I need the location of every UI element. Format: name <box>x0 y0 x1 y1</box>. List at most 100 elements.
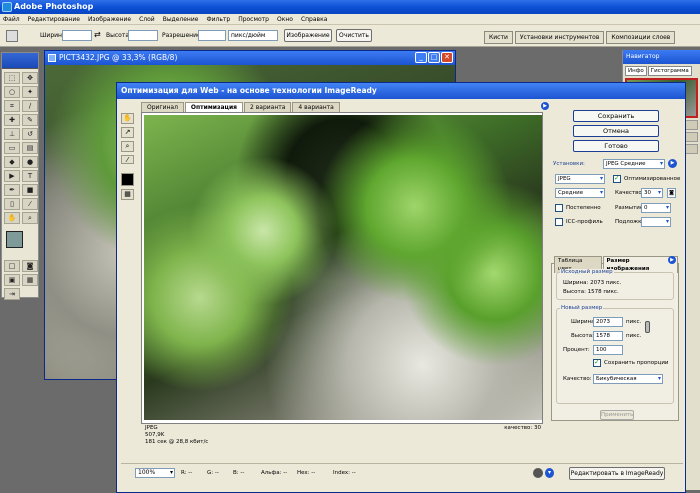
tab-info[interactable]: Инфо <box>625 66 647 76</box>
jump-to-imageready-icon[interactable]: ⇥ <box>4 288 20 300</box>
progressive-label: Постепенно <box>566 205 601 211</box>
palette-tab-brushes[interactable]: Кисти <box>484 31 513 44</box>
maximize-button[interactable]: □ <box>428 52 440 63</box>
notes-tool-icon[interactable]: ▯ <box>4 198 20 210</box>
menu-image[interactable]: Изображение <box>88 14 131 24</box>
quality-level-select[interactable]: Средние <box>555 188 605 198</box>
tab-optimized[interactable]: Оптимизация <box>184 102 243 112</box>
resolution-label: Разрешение: <box>162 32 203 39</box>
width-input[interactable] <box>62 30 92 41</box>
original-size-group: Исходный размер Ширина: 2073 пикс. Высот… <box>556 269 674 300</box>
settings-menu-icon[interactable]: ▶ <box>668 159 677 168</box>
matte-select[interactable] <box>641 217 671 227</box>
done-button[interactable]: Готово <box>573 140 659 152</box>
healing-tool-icon[interactable]: ✚ <box>4 114 20 126</box>
format-select[interactable]: JPEG <box>555 174 605 184</box>
eyedropper-tool-icon[interactable]: ⁄ <box>121 155 134 164</box>
lasso-tool-icon[interactable]: ○ <box>4 86 20 98</box>
new-height-input[interactable]: 1578 <box>593 331 623 341</box>
tab-4-up[interactable]: 4 варианта <box>292 102 340 112</box>
original-size-title: Исходный размер <box>560 269 614 275</box>
preview-menu-icon[interactable]: ▶ <box>541 102 549 110</box>
browser-select-icon[interactable]: ▾ <box>545 468 554 478</box>
crop-tool-icon[interactable]: ⌗ <box>4 100 20 112</box>
palette-tab-layer-comps[interactable]: Композиции слоев <box>606 31 676 44</box>
quick-mask-icon[interactable]: ◙ <box>22 260 38 272</box>
constrain-proportions-checkbox[interactable] <box>593 358 601 367</box>
blur-input[interactable]: 0 <box>641 203 671 213</box>
minimize-button[interactable]: _ <box>415 52 427 63</box>
clear-button[interactable]: Очистить <box>336 29 372 42</box>
menu-bar: Файл Редактирование Изображение Слой Выд… <box>0 14 700 25</box>
optimized-preview-image[interactable] <box>144 115 542 420</box>
path-selection-tool-icon[interactable]: ▶ <box>4 170 20 182</box>
zoom-tool-icon[interactable]: ⌕ <box>22 212 38 224</box>
app-title: Adobe Photoshop <box>14 2 94 11</box>
menu-help[interactable]: Справка <box>301 14 327 24</box>
preset-select[interactable]: JPEG Средние <box>603 159 665 169</box>
menu-filter[interactable]: Фильтр <box>206 14 230 24</box>
color-swatches[interactable] <box>2 227 38 257</box>
menu-layer[interactable]: Слой <box>139 14 155 24</box>
tab-image-size[interactable]: Размер изображения <box>602 256 678 273</box>
pen-tool-icon[interactable]: ✒ <box>4 184 20 196</box>
blur-tool-icon[interactable]: ◆ <box>4 156 20 168</box>
save-button[interactable]: Сохранить <box>573 110 659 122</box>
units-select[interactable]: пикс/дюйм <box>228 30 278 41</box>
hand-tool-icon[interactable]: ✋ <box>121 113 134 124</box>
stamp-tool-icon[interactable]: ⊥ <box>4 128 20 140</box>
menu-window[interactable]: Окно <box>277 14 293 24</box>
image-button[interactable]: Изображение <box>284 29 332 42</box>
tab-histogram[interactable]: Гистограмма <box>647 66 692 76</box>
standard-mode-icon[interactable]: □ <box>4 260 20 272</box>
tab-2-up[interactable]: 2 варианта <box>244 102 292 112</box>
menu-select[interactable]: Выделение <box>163 14 199 24</box>
shape-tool-icon[interactable]: ■ <box>22 184 38 196</box>
screen-mode-standard-icon[interactable]: ▣ <box>4 274 20 286</box>
resample-quality-select[interactable]: Бикубическая <box>593 374 663 384</box>
hand-tool-icon[interactable]: ✋ <box>4 212 20 224</box>
toggle-slices-icon[interactable]: ▦ <box>121 189 134 200</box>
slice-tool-icon[interactable]: ∕ <box>22 100 38 112</box>
edit-in-imageready-button[interactable]: Редактировать в ImageReady <box>569 467 665 480</box>
tab-original[interactable]: Оригинал <box>141 102 184 112</box>
status-b: B: -- <box>233 470 245 476</box>
navigator-title: Навигатор <box>623 50 700 64</box>
icc-profile-checkbox[interactable] <box>555 218 563 226</box>
menu-edit[interactable]: Редактирование <box>28 14 80 24</box>
dodge-tool-icon[interactable]: ● <box>22 156 38 168</box>
new-width-input[interactable]: 2073 <box>593 317 623 327</box>
crop-tool-icon[interactable] <box>6 30 18 42</box>
menu-view[interactable]: Просмотр <box>238 14 269 24</box>
type-tool-icon[interactable]: T <box>22 170 38 182</box>
eraser-tool-icon[interactable]: ▭ <box>4 142 20 154</box>
apply-button[interactable]: Применить <box>600 410 634 420</box>
brush-tool-icon[interactable]: ✎ <box>22 114 38 126</box>
image-size-menu-icon[interactable]: ▶ <box>668 256 676 264</box>
quality-channel-icon[interactable]: ◙ <box>667 188 676 198</box>
screen-mode-full-icon[interactable]: ▦ <box>22 274 38 286</box>
foreground-color-swatch[interactable] <box>6 231 23 248</box>
swap-icon[interactable]: ⇄ <box>94 30 101 39</box>
move-tool-icon[interactable]: ✥ <box>22 72 38 84</box>
eyedropper-tool-icon[interactable]: ⁄ <box>22 198 38 210</box>
quality-input[interactable]: 30 <box>641 188 663 198</box>
optimized-checkbox[interactable] <box>613 174 621 183</box>
height-input[interactable] <box>128 30 158 41</box>
progressive-checkbox[interactable] <box>555 204 563 212</box>
preview-in-browser-icon[interactable] <box>533 468 543 478</box>
zoom-select[interactable]: 100% <box>135 468 175 478</box>
magic-wand-tool-icon[interactable]: ✦ <box>22 86 38 98</box>
gradient-tool-icon[interactable]: ▤ <box>22 142 38 154</box>
zoom-tool-icon[interactable]: ⌕ <box>121 141 134 152</box>
slice-select-tool-icon[interactable]: ↗ <box>121 127 134 138</box>
close-button[interactable]: ✕ <box>441 52 453 63</box>
eyedropper-color-swatch[interactable] <box>121 173 134 186</box>
menu-file[interactable]: Файл <box>3 14 20 24</box>
marquee-tool-icon[interactable]: ⬚ <box>4 72 20 84</box>
cancel-button[interactable]: Отмена <box>573 125 659 137</box>
resolution-input[interactable] <box>198 30 226 41</box>
history-brush-tool-icon[interactable]: ↺ <box>22 128 38 140</box>
percent-input[interactable]: 100 <box>593 345 623 355</box>
palette-tab-tool-presets[interactable]: Установки инструментов <box>514 31 605 44</box>
